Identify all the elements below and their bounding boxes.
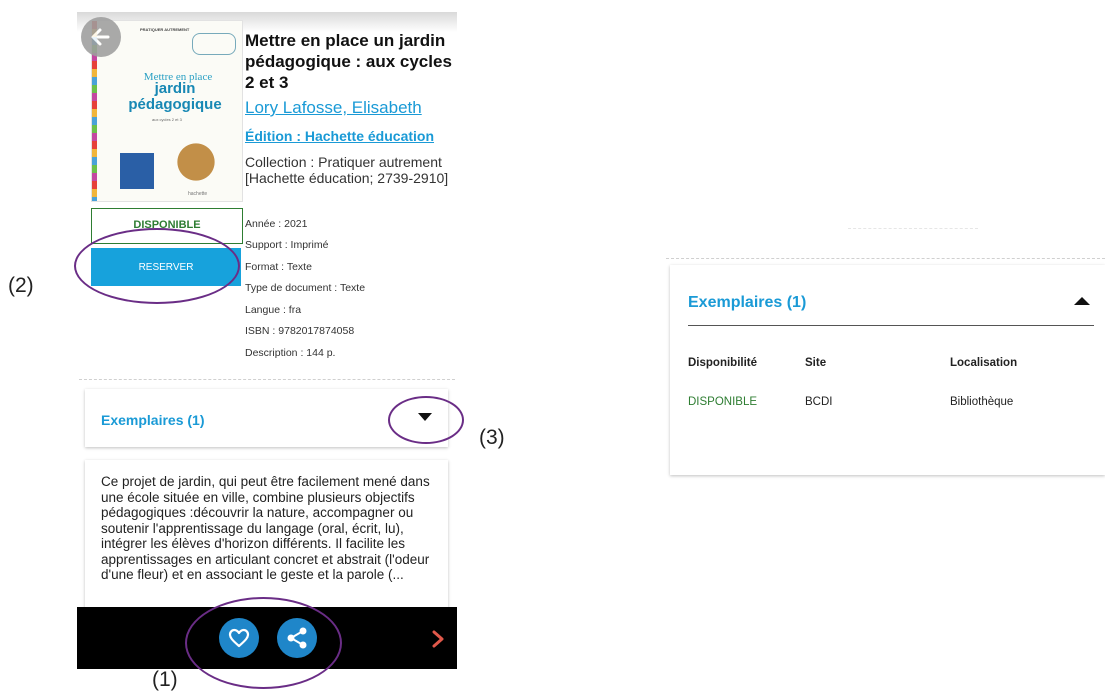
- cell-disponibilite: DISPONIBLE: [688, 396, 758, 408]
- meta-description: Description : 144 p.: [245, 347, 336, 359]
- summary-text: Ce projet de jardin, qui peut être facil…: [101, 474, 430, 582]
- section-divider: [79, 379, 455, 380]
- edition-link[interactable]: Édition : Hachette éducation: [245, 128, 434, 144]
- meta-format: Format : Texte: [245, 261, 312, 273]
- col-header-disponibilite: Disponibilité: [688, 357, 757, 369]
- meta-langue: Langue : fra: [245, 304, 302, 316]
- exemplaires-title-expanded: Exemplaires (1): [688, 294, 807, 311]
- annotation-1: (1): [152, 668, 178, 691]
- back-button[interactable]: [81, 17, 121, 57]
- author-link[interactable]: Lory Lafosse, Elisabeth: [245, 98, 422, 118]
- book-title: Mettre en place un jardin pédagogique : …: [245, 31, 452, 92]
- chevron-right-icon: [432, 630, 444, 648]
- meta-support: Support : Imprimé: [245, 239, 329, 251]
- col-header-site: Site: [805, 357, 827, 369]
- cell-localisation: Bibliothèque: [950, 396, 1014, 408]
- cell-site: BCDI: [805, 396, 833, 408]
- book-detail-screen: PRATIQUER AUTREMENT Mettre en place jard…: [77, 12, 457, 669]
- collection-text: Collection : Pratiquer autrement [Hachet…: [245, 154, 449, 186]
- cover-publisher: hachette: [188, 191, 208, 197]
- header-underline: [688, 325, 1094, 326]
- cover-title-main: jardin pédagogique: [110, 81, 240, 113]
- cover-series: PRATIQUER AUTREMENT: [140, 27, 190, 32]
- section-divider-right: [666, 258, 1105, 259]
- annotation-ellipse-3: [388, 396, 464, 444]
- meta-type-document: Type de document : Texte: [245, 282, 366, 294]
- cover-subtitle: aux cycles 2 et 3: [152, 117, 182, 122]
- meta-isbn: ISBN : 9782017874058: [245, 325, 355, 337]
- annotation-3: (3): [479, 426, 505, 449]
- caret-up-icon[interactable]: [1074, 297, 1090, 305]
- cover-tag: [192, 33, 236, 55]
- next-button[interactable]: [429, 630, 447, 648]
- summary-card: Ce projet de jardin, qui peut être facil…: [85, 460, 448, 620]
- col-header-localisation: Localisation: [950, 357, 1018, 369]
- faint-divider: [848, 228, 978, 229]
- cover-title-line3: pédagogique: [128, 96, 222, 113]
- annotation-ellipse-1: [185, 597, 342, 689]
- exemplaires-expanded-card: Exemplaires (1) Disponibilité Site Local…: [670, 265, 1105, 475]
- exemplaires-title: Exemplaires (1): [101, 412, 205, 428]
- cover-info-box: [120, 153, 154, 189]
- annotation-ellipse-2: [74, 228, 240, 304]
- cover-title-line2: jardin: [154, 80, 196, 97]
- cover-illustration: [164, 129, 228, 189]
- annotation-2: (2): [8, 274, 34, 297]
- meta-annee: Année : 2021: [245, 218, 308, 230]
- arrow-left-icon: [91, 28, 110, 46]
